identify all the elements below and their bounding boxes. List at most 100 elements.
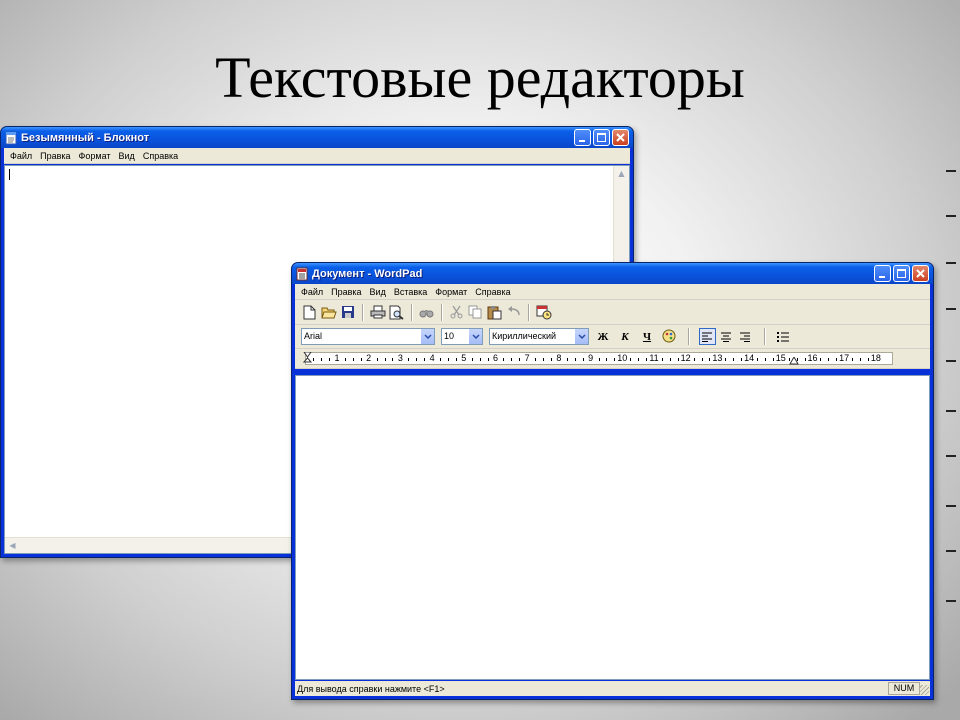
ruler-tick bbox=[630, 358, 632, 361]
maximize-button[interactable] bbox=[893, 265, 910, 282]
menu-insert[interactable]: Вставка bbox=[390, 284, 431, 300]
ruler-tick bbox=[725, 358, 727, 361]
edge-mark bbox=[946, 600, 956, 602]
resize-grip[interactable] bbox=[919, 685, 929, 695]
underline-button[interactable]: Ч bbox=[639, 329, 655, 345]
ruler-tick bbox=[487, 358, 489, 361]
ruler-tick bbox=[574, 358, 576, 361]
ruler-number: 13 bbox=[712, 353, 723, 363]
close-button[interactable] bbox=[912, 265, 929, 282]
align-right-button[interactable] bbox=[737, 328, 754, 345]
ruler-tick bbox=[352, 358, 354, 361]
ruler-tick bbox=[321, 358, 323, 361]
notepad-titlebar[interactable]: Безымянный - Блокнот bbox=[1, 127, 633, 148]
ruler-tick bbox=[455, 358, 457, 361]
scroll-up-icon[interactable]: ▲ bbox=[614, 166, 629, 181]
ruler-number: 12 bbox=[680, 353, 691, 363]
new-document-icon bbox=[303, 305, 316, 319]
font-name-select[interactable]: Arial bbox=[301, 328, 435, 345]
menu-view[interactable]: Вид bbox=[366, 284, 390, 300]
ruler-tick bbox=[582, 358, 584, 361]
menu-view[interactable]: Вид bbox=[115, 148, 139, 164]
ruler-tick bbox=[757, 358, 759, 361]
paste-button[interactable] bbox=[486, 304, 503, 321]
ruler-tick bbox=[796, 358, 798, 361]
date-time-button[interactable] bbox=[535, 304, 552, 321]
chevron-down-icon[interactable] bbox=[574, 329, 588, 344]
ruler-tick bbox=[638, 358, 640, 361]
save-icon bbox=[341, 306, 354, 318]
cut-button[interactable] bbox=[448, 304, 465, 321]
wordpad-document-area[interactable] bbox=[295, 375, 930, 680]
chevron-down-icon[interactable] bbox=[420, 329, 434, 344]
menu-edit[interactable]: Правка bbox=[36, 148, 74, 164]
undo-button[interactable] bbox=[505, 304, 522, 321]
ruler-tick bbox=[408, 358, 410, 361]
align-left-icon bbox=[702, 332, 712, 342]
indent-marker-icon[interactable] bbox=[302, 352, 314, 366]
edge-mark bbox=[946, 505, 956, 507]
font-size-select[interactable]: 10 bbox=[441, 328, 483, 345]
open-button[interactable] bbox=[320, 304, 337, 321]
edge-mark bbox=[946, 170, 956, 172]
save-button[interactable] bbox=[339, 304, 356, 321]
menu-help[interactable]: Справка bbox=[471, 284, 514, 300]
wordpad-icon bbox=[296, 267, 308, 280]
toolbar-separator bbox=[528, 303, 529, 321]
menu-format[interactable]: Формат bbox=[431, 284, 471, 300]
print-button[interactable] bbox=[369, 304, 386, 321]
print-preview-button[interactable] bbox=[388, 304, 405, 321]
edge-mark bbox=[946, 410, 956, 412]
wordpad-titlebar[interactable]: Документ - WordPad bbox=[292, 263, 933, 284]
menu-help[interactable]: Справка bbox=[139, 148, 182, 164]
wordpad-window[interactable]: Документ - WordPad Файл Правка Вид Встав… bbox=[291, 262, 934, 700]
toolbar-separator bbox=[411, 303, 412, 321]
standard-toolbar bbox=[295, 300, 930, 325]
chevron-down-icon[interactable] bbox=[468, 329, 482, 344]
print-icon bbox=[370, 305, 385, 319]
toolbar-separator bbox=[441, 303, 442, 321]
find-button[interactable] bbox=[418, 304, 435, 321]
maximize-icon bbox=[597, 133, 606, 142]
menu-file[interactable]: Файл bbox=[297, 284, 327, 300]
close-button[interactable] bbox=[612, 129, 629, 146]
ruler-tick bbox=[828, 358, 830, 361]
ruler-tick bbox=[741, 358, 743, 361]
align-right-icon bbox=[740, 332, 750, 342]
script-select[interactable]: Кириллический bbox=[489, 328, 589, 345]
ruler-tick bbox=[693, 358, 695, 361]
bold-button[interactable]: Ж bbox=[595, 329, 611, 345]
ruler-number: 5 bbox=[461, 353, 467, 363]
align-center-icon bbox=[721, 332, 731, 342]
minimize-button[interactable] bbox=[874, 265, 891, 282]
menu-edit[interactable]: Правка bbox=[327, 284, 365, 300]
status-text: Для вывода справки нажмите <F1> bbox=[297, 683, 445, 694]
menu-file[interactable]: Файл bbox=[6, 148, 36, 164]
font-size-value: 10 bbox=[444, 331, 455, 341]
edge-mark bbox=[946, 550, 956, 552]
ruler-tick bbox=[677, 358, 679, 361]
copy-icon bbox=[468, 305, 482, 319]
copy-button[interactable] bbox=[467, 304, 484, 321]
ruler-tick bbox=[852, 358, 854, 361]
ruler-tick bbox=[701, 358, 703, 361]
menu-format[interactable]: Формат bbox=[75, 148, 115, 164]
ruler-tick bbox=[772, 358, 774, 361]
bullets-button[interactable] bbox=[775, 328, 792, 345]
scroll-left-icon[interactable]: ◀ bbox=[5, 538, 20, 553]
edge-mark bbox=[946, 360, 956, 362]
italic-button[interactable]: К bbox=[617, 329, 633, 345]
align-left-button[interactable] bbox=[699, 328, 716, 345]
ruler-tick bbox=[709, 358, 711, 361]
ruler-number: 8 bbox=[556, 353, 562, 363]
color-button[interactable] bbox=[661, 328, 678, 345]
ruler-number: 4 bbox=[429, 353, 435, 363]
close-icon bbox=[616, 133, 625, 142]
ruler-number: 15 bbox=[775, 353, 786, 363]
maximize-button[interactable] bbox=[593, 129, 610, 146]
align-center-button[interactable] bbox=[718, 328, 735, 345]
minimize-button[interactable] bbox=[574, 129, 591, 146]
ruler[interactable]: 1 2 3 4 5 6 7 8 9 10 11 12 13 14 15 16 17 18 bbox=[302, 352, 893, 366]
edge-mark bbox=[946, 308, 956, 310]
new-document-button[interactable] bbox=[301, 304, 318, 321]
